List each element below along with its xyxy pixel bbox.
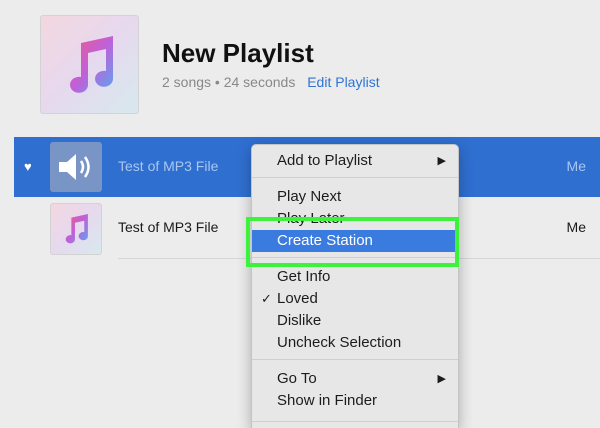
music-note-icon	[65, 214, 88, 244]
heart-icon[interactable]: ♥	[24, 159, 32, 174]
menu-item-play-later[interactable]: Play Later	[252, 208, 458, 230]
menu-item-label: Show in Finder	[277, 392, 378, 409]
submenu-arrow-icon: ▶	[437, 373, 446, 385]
menu-item-show-in-finder[interactable]: Show in Finder	[252, 390, 458, 412]
playlist-title: New Playlist	[162, 38, 314, 68]
menu-item-add-to-playlist[interactable]: Add to Playlist ▶	[252, 150, 458, 172]
edit-playlist-link[interactable]: Edit Playlist	[307, 74, 379, 90]
track-artwork	[50, 203, 102, 255]
music-note-icon	[69, 35, 113, 93]
checkmark-icon: ✓	[261, 291, 272, 306]
menu-item-label: Play Later	[277, 210, 345, 227]
submenu-arrow-icon: ▶	[437, 155, 446, 167]
speaker-icon	[59, 154, 90, 180]
track-title: Test of MP3 File	[118, 219, 219, 235]
menu-item-label: Add to Playlist	[277, 152, 373, 169]
menu-item-dislike[interactable]: Dislike	[252, 310, 458, 332]
track-artist: Me	[566, 158, 586, 174]
menu-separator	[252, 257, 458, 258]
menu-item-loved[interactable]: ✓ Loved	[252, 288, 458, 310]
menu-item-label: Dislike	[277, 312, 322, 329]
playlist-meta: 2 songs • 24 seconds Edit Playlist	[162, 74, 380, 90]
menu-item-label: Get Info	[277, 268, 331, 285]
menu-item-label: Play Next	[277, 188, 342, 205]
menu-separator	[252, 177, 458, 178]
track-title: Test of MP3 File	[118, 158, 219, 174]
menu-item-create-station[interactable]: Create Station	[252, 230, 458, 252]
menu-separator	[252, 421, 458, 422]
menu-item-go-to[interactable]: Go To ▶	[252, 368, 458, 390]
track-artist: Me	[566, 219, 586, 235]
menu-item-label: Go To	[277, 370, 317, 387]
menu-item-label: Loved	[277, 290, 318, 307]
menu-item-uncheck-selection[interactable]: Uncheck Selection	[252, 332, 458, 354]
menu-item-label: Create Station	[277, 232, 373, 249]
playlist-summary: 2 songs • 24 seconds	[162, 74, 296, 90]
menu-item-label: Uncheck Selection	[277, 334, 402, 351]
playlist-artwork	[40, 15, 139, 114]
now-playing-artwork	[50, 142, 102, 192]
menu-separator	[252, 359, 458, 360]
context-menu: Add to Playlist ▶ Play Next Play Later C…	[251, 144, 459, 428]
menu-item-get-info[interactable]: Get Info	[252, 266, 458, 288]
menu-item-play-next[interactable]: Play Next	[252, 186, 458, 208]
